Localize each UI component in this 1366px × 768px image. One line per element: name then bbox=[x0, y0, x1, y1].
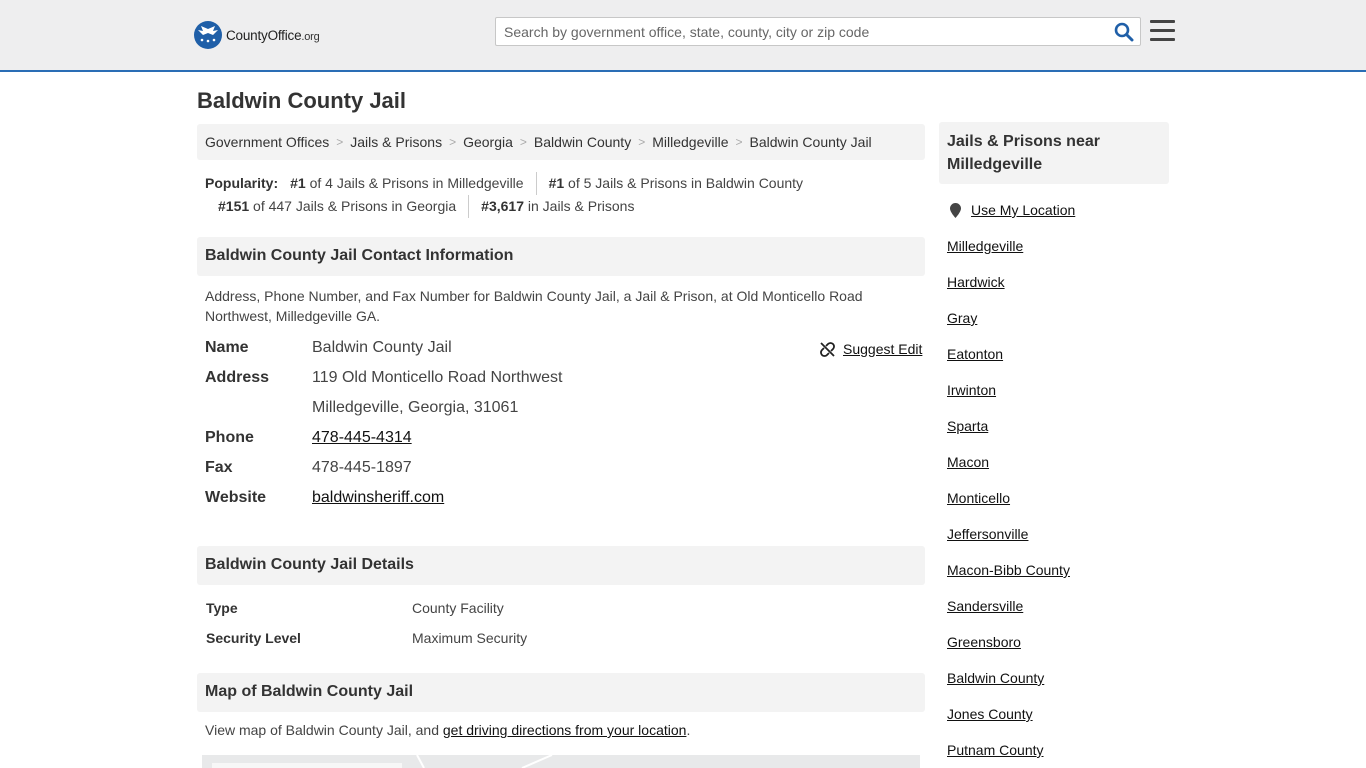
map-heading: Map of Baldwin County Jail bbox=[197, 673, 925, 712]
nearby-item: Hardwick bbox=[947, 274, 1070, 310]
nearby-link-hardwick[interactable]: Hardwick bbox=[947, 274, 1005, 290]
nearby-link-monticello[interactable]: Monticello bbox=[947, 490, 1010, 506]
fax-value: 478-445-1897 bbox=[312, 459, 412, 476]
details-row-type: Type County Facility bbox=[206, 600, 527, 630]
details-table: Type County Facility Security Level Maxi… bbox=[206, 600, 527, 660]
nearby-item: Sparta bbox=[947, 418, 1070, 454]
info-row-address-2: Milledgeville, Georgia, 31061 bbox=[205, 398, 925, 428]
popularity-label: Popularity: bbox=[205, 175, 279, 191]
details-row-security: Security Level Maximum Security bbox=[206, 630, 527, 660]
site-header: CountyOffice.org bbox=[0, 0, 1366, 72]
nearby-list: Milledgeville Hardwick Gray Eatonton Irw… bbox=[947, 238, 1070, 768]
logo-text: CountyOffice.org bbox=[226, 27, 320, 43]
address-line1: 119 Old Monticello Road Northwest bbox=[312, 369, 563, 386]
chevron-right-icon: > bbox=[638, 135, 646, 149]
info-row-website: Website baldwinsheriff.com bbox=[205, 488, 925, 518]
nearby-link-milledgeville[interactable]: Milledgeville bbox=[947, 238, 1023, 254]
use-my-location[interactable]: Use My Location bbox=[949, 202, 1075, 218]
nearby-link-gray[interactable]: Gray bbox=[947, 310, 977, 326]
breadcrumb-baldwin-county[interactable]: Baldwin County bbox=[534, 134, 631, 150]
nearby-item: Eatonton bbox=[947, 346, 1070, 382]
sidebar-heading: Jails & Prisons near Milledgeville bbox=[939, 122, 1169, 184]
security-level-label: Security Level bbox=[206, 630, 301, 646]
contact-description: Address, Phone Number, and Fax Number fo… bbox=[205, 288, 863, 324]
popularity-item: #3,617 in Jails & Prisons bbox=[468, 195, 646, 218]
info-row-fax: Fax 478-445-1897 bbox=[205, 458, 925, 488]
info-row-address: Address 119 Old Monticello Road Northwes… bbox=[205, 368, 925, 398]
contact-info-table: Name Baldwin County Jail Address 119 Old… bbox=[205, 338, 925, 518]
breadcrumb-current: Baldwin County Jail bbox=[749, 134, 872, 150]
search-icon[interactable] bbox=[1114, 22, 1134, 42]
nearby-item: Jeffersonville bbox=[947, 526, 1070, 562]
nearby-link-greensboro[interactable]: Greensboro bbox=[947, 634, 1021, 650]
map-description: View map of Baldwin County Jail, and get… bbox=[205, 722, 691, 738]
breadcrumb-milledgeville[interactable]: Milledgeville bbox=[652, 134, 728, 150]
nearby-item: Monticello bbox=[947, 490, 1070, 526]
site-logo[interactable]: CountyOffice.org bbox=[194, 21, 320, 49]
phone-link[interactable]: 478-445-4314 bbox=[312, 429, 412, 446]
security-level-value: Maximum Security bbox=[412, 630, 528, 646]
nearby-link-eatonton[interactable]: Eatonton bbox=[947, 346, 1003, 362]
info-row-name: Name Baldwin County Jail bbox=[205, 338, 925, 368]
nearby-link-irwinton[interactable]: Irwinton bbox=[947, 382, 996, 398]
nearby-link-putnam-county[interactable]: Putnam County bbox=[947, 742, 1044, 758]
nearby-link-jones-county[interactable]: Jones County bbox=[947, 706, 1033, 722]
fax-label: Fax bbox=[205, 459, 233, 476]
logo-eagle-icon bbox=[194, 21, 222, 49]
nearby-item: Milledgeville bbox=[947, 238, 1070, 274]
popularity-item: #1 of 4 Jails & Prisons in Milledgeville bbox=[290, 175, 524, 191]
nearby-link-macon-bibb-county[interactable]: Macon-Bibb County bbox=[947, 562, 1070, 578]
breadcrumb-jails-prisons[interactable]: Jails & Prisons bbox=[350, 134, 442, 150]
details-heading: Baldwin County Jail Details bbox=[197, 546, 925, 585]
nearby-link-macon[interactable]: Macon bbox=[947, 454, 989, 470]
nearby-item: Gray bbox=[947, 310, 1070, 346]
driving-directions-link[interactable]: get driving directions from your locatio… bbox=[443, 722, 687, 738]
popularity-stats: Popularity: #1 of 4 Jails & Prisons in M… bbox=[205, 172, 925, 218]
breadcrumb: Government Offices > Jails & Prisons > G… bbox=[197, 124, 925, 160]
page-title: Baldwin County Jail bbox=[197, 88, 407, 113]
address-line2: Milledgeville, Georgia, 31061 bbox=[312, 399, 519, 416]
nearby-item: Putnam County bbox=[947, 742, 1070, 768]
chevron-right-icon: > bbox=[735, 135, 743, 149]
nearby-item: Greensboro bbox=[947, 634, 1070, 670]
popularity-item: #151 of 447 Jails & Prisons in Georgia bbox=[218, 198, 457, 214]
nearby-item: Jones County bbox=[947, 706, 1070, 742]
nearby-link-sandersville[interactable]: Sandersville bbox=[947, 598, 1023, 614]
search-bar bbox=[495, 17, 1141, 46]
location-pin-icon bbox=[950, 202, 961, 218]
breadcrumb-government-offices[interactable]: Government Offices bbox=[205, 134, 329, 150]
nearby-item: Baldwin County bbox=[947, 670, 1070, 706]
type-label: Type bbox=[206, 600, 238, 616]
breadcrumb-georgia[interactable]: Georgia bbox=[463, 134, 513, 150]
map-embed[interactable] bbox=[202, 755, 920, 768]
nearby-item: Macon-Bibb County bbox=[947, 562, 1070, 598]
nearby-item: Irwinton bbox=[947, 382, 1070, 418]
address-label: Address bbox=[205, 369, 270, 386]
chevron-right-icon: > bbox=[449, 135, 457, 149]
type-value: County Facility bbox=[412, 600, 504, 616]
use-my-location-link[interactable]: Use My Location bbox=[971, 202, 1075, 218]
info-row-phone: Phone 478-445-4314 bbox=[205, 428, 925, 458]
popularity-item: #1 of 5 Jails & Prisons in Baldwin Count… bbox=[535, 172, 815, 195]
nearby-item: Macon bbox=[947, 454, 1070, 490]
contact-heading: Baldwin County Jail Contact Information bbox=[197, 237, 925, 276]
search-input[interactable] bbox=[504, 24, 1104, 40]
nearby-link-baldwin-county[interactable]: Baldwin County bbox=[947, 670, 1044, 686]
nearby-item: Sandersville bbox=[947, 598, 1070, 634]
website-label: Website bbox=[205, 489, 267, 506]
nearby-link-sparta[interactable]: Sparta bbox=[947, 418, 988, 434]
name-label: Name bbox=[205, 339, 249, 356]
phone-label: Phone bbox=[205, 429, 254, 446]
chevron-right-icon: > bbox=[336, 135, 344, 149]
chevron-right-icon: > bbox=[519, 135, 527, 149]
website-link[interactable]: baldwinsheriff.com bbox=[312, 489, 444, 506]
name-value: Baldwin County Jail bbox=[312, 339, 452, 356]
hamburger-menu-icon[interactable] bbox=[1150, 20, 1175, 42]
nearby-link-jeffersonville[interactable]: Jeffersonville bbox=[947, 526, 1028, 542]
